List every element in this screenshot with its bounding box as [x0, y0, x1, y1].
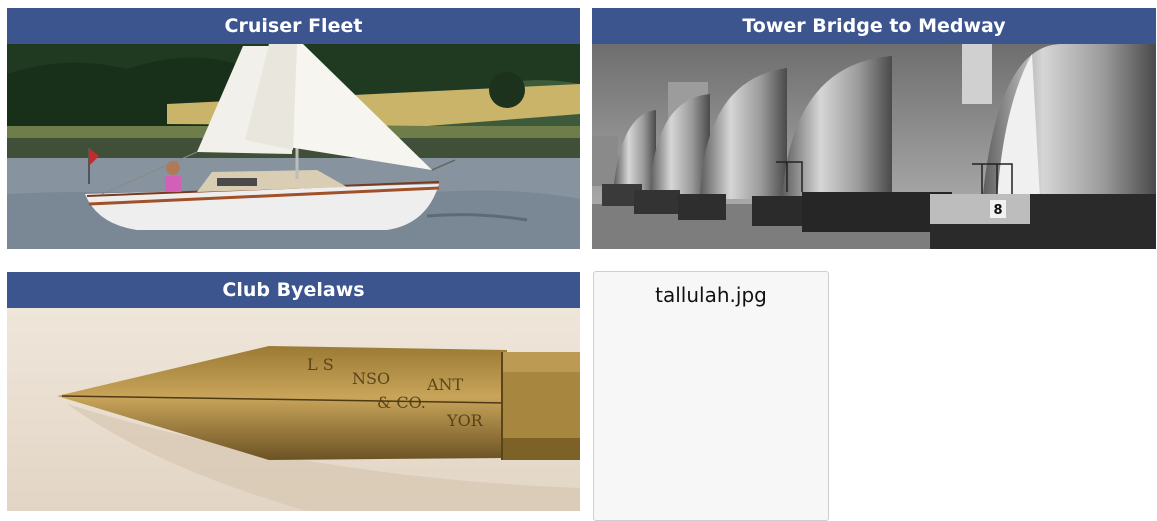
tile-title-tower-bridge-to-medway: Tower Bridge to Medway — [592, 8, 1156, 44]
nib-engraving-3: & CO. — [377, 393, 426, 412]
broken-image-alt-text: tallulah.jpg — [655, 283, 767, 307]
tile-title-club-byelaws: Club Byelaws — [7, 272, 580, 308]
tile-cruiser-fleet[interactable]: Cruiser Fleet — [7, 8, 580, 249]
tile-club-byelaws[interactable]: Club Byelaws L S NSO & CO. ANT YOR — [7, 272, 580, 511]
nib-engraving-1: L S — [307, 355, 334, 374]
tile-title-cruiser-fleet: Cruiser Fleet — [7, 8, 580, 44]
nib-engraving-4: ANT — [426, 375, 464, 394]
thames-barrier-photo[interactable]: 8 — [592, 44, 1156, 249]
gate-number-label: 8 — [993, 203, 1002, 218]
tile-tower-bridge-to-medway[interactable]: Tower Bridge to Medway 8 — [592, 8, 1156, 249]
nib-engraving-2: NSO — [352, 369, 390, 388]
sailboat-photo[interactable] — [7, 44, 580, 249]
broken-image-placeholder: tallulah.jpg — [593, 271, 829, 521]
nib-engraving-5: YOR — [446, 411, 484, 430]
fountain-pen-nib-photo[interactable]: L S NSO & CO. ANT YOR — [7, 308, 580, 511]
